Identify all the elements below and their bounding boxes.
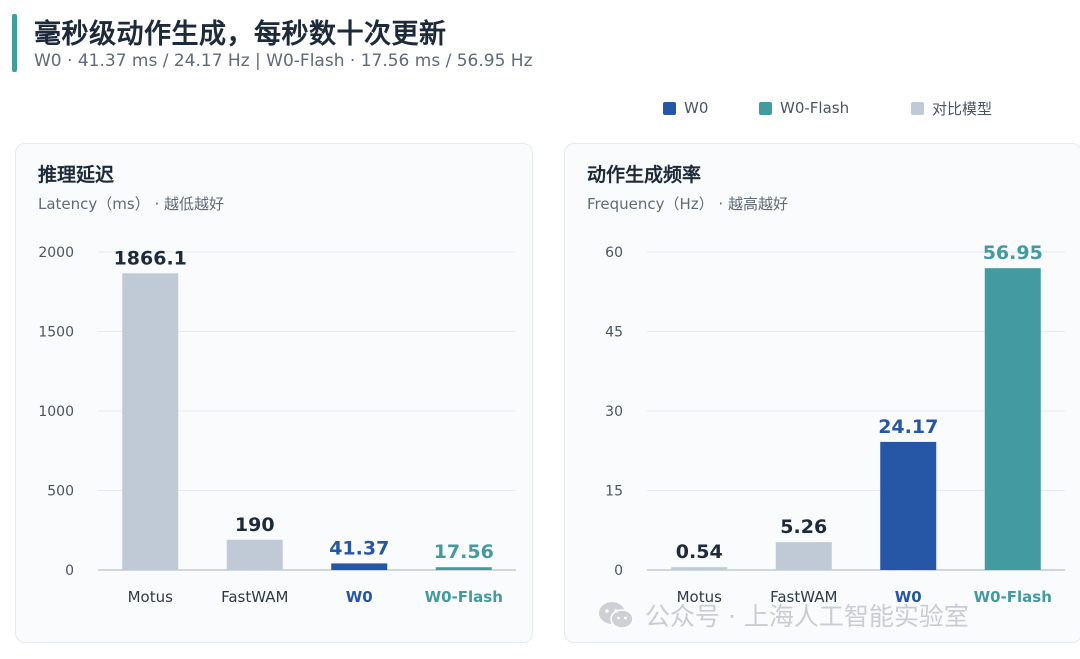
latency-chart: 0 500 1000 1500 2000 1866.1 Motus 190 FastWAM 41.… xyxy=(38,245,516,606)
x-tick-label-fastwam: FastWAM xyxy=(221,588,288,606)
bar-w0-flash xyxy=(435,567,492,570)
bar-w0 xyxy=(880,441,937,570)
bar-w0 xyxy=(331,563,388,570)
x-tick-label-motus: Motus xyxy=(128,588,174,606)
legend-swatch-w0-flash xyxy=(759,101,772,115)
page-title: 毫秒级动作生成，每秒数十次更新 xyxy=(34,19,447,50)
bar-w0-flash xyxy=(984,268,1041,570)
y-tick-label: 1500 xyxy=(38,325,74,341)
watermark-text: 公众号 · 上海人工智能实验室 xyxy=(645,602,969,631)
page-subtitle: W0 · 41.37 ms / 24.17 Hz | W0-Flash · 17… xyxy=(34,51,533,71)
value-label-motus: 1866.1 xyxy=(114,247,187,269)
bar-fastwam xyxy=(775,542,832,570)
value-label-fastwam: 5.26 xyxy=(780,516,827,538)
x-tick-label-w0-flash: W0-Flash xyxy=(974,588,1052,606)
legend-item-w0-flash: W0-Flash xyxy=(759,97,849,119)
x-tick-label-w0-flash: W0-Flash xyxy=(425,588,503,606)
legend-item-compare: 对比模型 xyxy=(911,97,992,119)
x-tick-label-w0: W0 xyxy=(346,588,373,606)
y-tick-label: 30 xyxy=(605,404,623,420)
title-accent-bar xyxy=(12,14,17,72)
value-label-w0-flash: 17.56 xyxy=(434,541,494,563)
legend-label-compare: 对比模型 xyxy=(932,99,993,118)
value-label-fastwam: 190 xyxy=(235,514,275,536)
frequency-panel: 动作生成频率 Frequency（Hz） · 越高越好 0 15 30 45 60 0.5… xyxy=(564,143,1080,643)
y-tick-label: 45 xyxy=(605,325,623,341)
frequency-chart: 0153045600.54Motus5.26FastWAM24.17W056.9… xyxy=(605,242,1065,606)
watermark: 公众号 · 上海人工智能实验室 xyxy=(597,597,969,633)
y-tick-label: 60 xyxy=(605,245,623,261)
legend-label-w0-flash: W0-Flash xyxy=(780,99,850,117)
value-label-motus: 0.54 xyxy=(676,541,723,563)
page: 毫秒级动作生成，每秒数十次更新 W0 · 41.37 ms / 24.17 Hz… xyxy=(0,0,1080,659)
value-label-w0: 41.37 xyxy=(329,537,389,559)
y-tick-label: 1000 xyxy=(38,404,74,420)
legend-item-w0: W0 xyxy=(663,97,708,119)
legend-swatch-compare xyxy=(911,101,924,115)
y-tick-label: 500 xyxy=(47,484,74,500)
bar-motus xyxy=(671,567,728,570)
bar-motus xyxy=(122,273,179,570)
value-label-w0: 24.17 xyxy=(878,416,938,438)
y-tick-label: 15 xyxy=(605,484,623,500)
bar-fastwam xyxy=(226,539,283,570)
wechat-icon xyxy=(599,602,634,629)
y-tick-label: 0 xyxy=(614,563,623,579)
y-tick-label: 2000 xyxy=(38,245,74,261)
value-label-w0-flash: 56.95 xyxy=(983,242,1043,264)
legend-swatch-w0 xyxy=(663,101,676,115)
latency-panel: 推理延迟 Latency（ms） · 越低越好 0 500 1000 1500 2000… xyxy=(15,143,533,643)
legend-label-w0: W0 xyxy=(684,99,709,117)
y-tick-label: 0 xyxy=(65,563,74,579)
